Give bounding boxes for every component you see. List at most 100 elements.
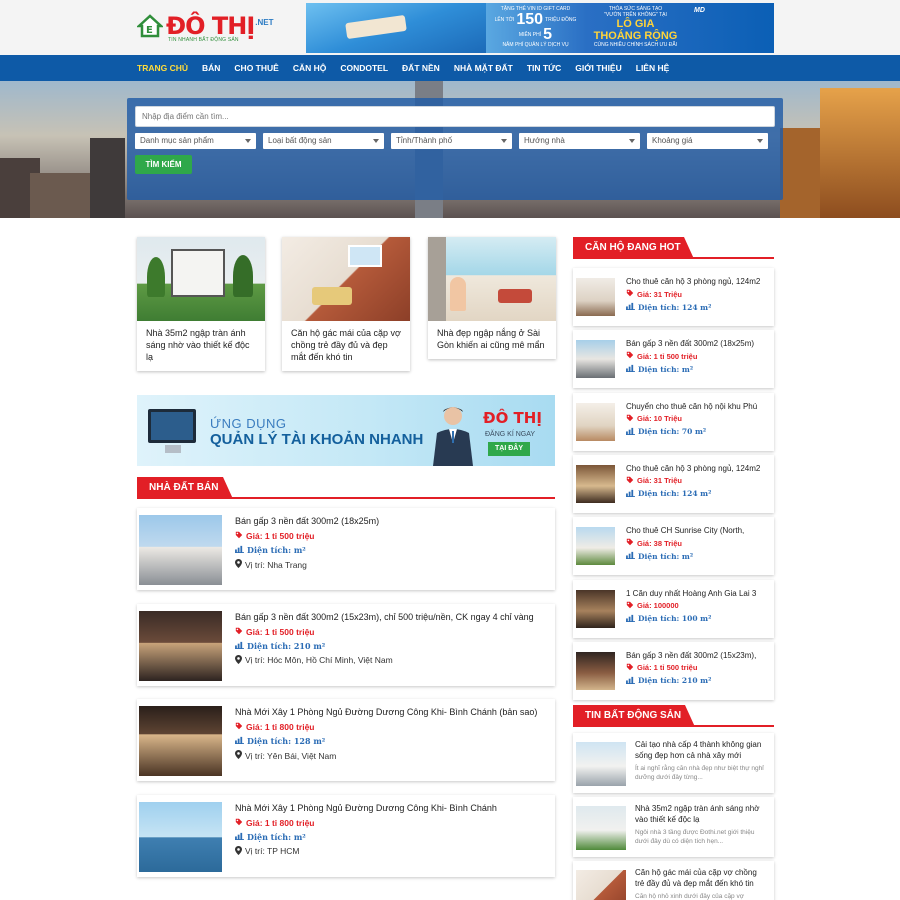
hot-thumbnail[interactable] [576, 402, 615, 441]
nav-item[interactable]: NHÀ MẶT ĐẤT [454, 63, 513, 73]
featured-title[interactable]: Nhà đẹp ngập nắng ở Sài Gòn khiến ai cũn… [428, 321, 556, 359]
news-item[interactable]: Cải tạo nhà cấp 4 thành không gian sống … [573, 733, 774, 793]
nav-item[interactable]: CĂN HỘ [293, 63, 327, 73]
hot-item[interactable]: Cho thuê CH Sunrise City (North, Giá: 38 … [573, 517, 774, 576]
banner-pool-image [306, 3, 486, 53]
listing-title[interactable]: Bán gấp 3 nền đất 300m2 (15x23m), chỉ 50… [235, 612, 547, 622]
chevron-down-icon [373, 139, 379, 143]
nav-item[interactable]: CHO THUÊ [234, 63, 278, 73]
featured-card[interactable]: Nhà 35m2 ngập tràn ánh sáng nhờ vào thiế… [137, 237, 265, 371]
hot-item[interactable]: Cho thuê căn hộ 3 phòng ngủ, 124m2 Giá: 3… [573, 268, 774, 326]
hot-item[interactable]: Bán gấp 3 nền đất 300m2 (15x23m), Giá: 1 … [573, 641, 774, 700]
listing-card[interactable]: Bán gấp 3 nền đất 300m2 (18x25m) Giá: 1 t… [137, 508, 555, 590]
hot-thumbnail[interactable] [576, 278, 615, 316]
area-chart-icon [235, 736, 244, 746]
app-banner-logo: ĐÔ THỊ [483, 409, 542, 427]
hot-price: Giá: 100000 [626, 601, 770, 611]
hot-thumbnail[interactable] [576, 340, 615, 379]
news-thumbnail[interactable] [576, 742, 626, 786]
wall-shape [428, 237, 446, 321]
listing-thumbnail[interactable] [139, 801, 222, 872]
hot-title[interactable]: 1 Căn duy nhất Hoàng Anh Gia Lai 3 [626, 589, 770, 598]
filter-select[interactable]: Danh mục sản phẩm [135, 133, 256, 149]
nav-item[interactable]: TIN TỨC [527, 63, 561, 73]
listing-title[interactable]: Nhà Mới Xây 1 Phòng Ngủ Đường Dương Công… [235, 803, 547, 813]
filter-select-value: Danh mục sản phẩm [140, 136, 214, 145]
hot-area: Diện tích: m² [626, 364, 770, 374]
area-chart-icon [235, 641, 244, 651]
area-chart-icon [626, 676, 635, 686]
hot-thumbnail[interactable] [576, 464, 615, 503]
hot-title[interactable]: Cho thuê căn hộ 3 phòng ngủ, 124m2 [626, 464, 770, 473]
hot-item[interactable]: 1 Căn duy nhất Hoàng Anh Gia Lai 3 Giá: 1… [573, 579, 774, 638]
building-shape [780, 128, 825, 218]
listing-card[interactable]: Bán gấp 3 nền đất 300m2 (15x23m), chỉ 50… [137, 603, 555, 686]
nav-item[interactable]: CONDOTEL [340, 63, 388, 73]
listing-thumbnail[interactable] [139, 706, 222, 776]
hot-area-value: Diện tích: 210 m² [638, 676, 712, 686]
listing-card[interactable]: Nhà Mới Xây 1 Phòng Ngủ Đường Dương Công… [137, 699, 555, 781]
nav-item[interactable]: TRANG CHỦ [137, 63, 188, 73]
hot-item[interactable]: Bán gấp 3 nền đất 300m2 (18x25m) Giá: 1 t… [573, 330, 774, 389]
monitor-icon [148, 409, 196, 453]
featured-title[interactable]: Căn hộ gác mái của cặp vợ chồng trẻ đầy … [282, 321, 410, 371]
hot-title[interactable]: Bán gấp 3 nền đất 300m2 (18x25m) [626, 339, 770, 348]
nav-item[interactable]: ĐẤT NỀN [402, 63, 440, 73]
section-heading-sale: NHÀ ĐẤT BÁN [137, 477, 555, 499]
chair-shape [498, 289, 532, 303]
listing-thumbnail[interactable] [139, 515, 222, 585]
filter-select[interactable]: Tỉnh/Thành phố [391, 133, 512, 149]
area-chart-icon [626, 427, 635, 437]
hot-item[interactable]: Chuyển cho thuê căn hộ nội khu Phú Giá: 1… [573, 392, 774, 451]
hot-thumbnail[interactable] [576, 589, 615, 628]
listing-card[interactable]: Nhà Mới Xây 1 Phòng Ngủ Đường Dương Công… [137, 794, 555, 877]
listing-title[interactable]: Nhà Mới Xây 1 Phòng Ngủ Đường Dương Công… [235, 707, 547, 717]
filter-select[interactable]: Khoảng giá [647, 133, 768, 149]
filter-select[interactable]: Hướng nhà [519, 133, 640, 149]
news-item[interactable]: Nhà 35m2 ngập tràn ánh sáng nhờ vào thiế… [573, 797, 774, 857]
nav-item[interactable]: LIÊN HỆ [636, 63, 670, 73]
hot-title[interactable]: Cho thuê CH Sunrise City (North, [626, 526, 770, 535]
price-tag-icon [235, 531, 243, 541]
nav-item[interactable]: BÁN [202, 63, 220, 73]
listing-title[interactable]: Bán gấp 3 nền đất 300m2 (18x25m) [235, 516, 547, 526]
price-tag-icon [626, 663, 634, 673]
hot-price-value: Giá: 38 Triệu [637, 538, 683, 548]
logo-wordmark: ĐÔ THỊ [166, 12, 255, 40]
news-title[interactable]: Cải tạo nhà cấp 4 thành không gian sống … [635, 739, 768, 761]
section-title: CĂN HỘ ĐANG HOT [573, 237, 694, 259]
hero-city-background: Danh mục sản phẩm Loại bất động sản Tỉnh/T… [0, 81, 900, 218]
hot-price: Giá: 31 Triệu [626, 289, 770, 299]
app-promo-banner[interactable]: ỨNG DỤNG QUẢN LÝ TÀI KHOẢN NHANH ĐÔ THỊ … [137, 395, 555, 466]
search-input[interactable] [135, 106, 775, 127]
news-item[interactable]: Căn hộ gác mái của cặp vợ chồng trẻ đầy … [573, 861, 774, 900]
listing-thumbnail[interactable] [139, 610, 222, 681]
hot-price-value: Giá: 100000 [637, 601, 679, 610]
nav-item[interactable]: GIỚI THIỆU [575, 63, 621, 73]
featured-card[interactable]: Căn hộ gác mái của cặp vợ chồng trẻ đầy … [282, 237, 410, 371]
hot-title[interactable]: Bán gấp 3 nền đất 300m2 (15x23m), [626, 651, 770, 660]
hot-thumbnail[interactable] [576, 527, 615, 566]
chevron-down-icon [501, 139, 507, 143]
area-chart-icon [626, 614, 635, 624]
hot-item[interactable]: Cho thuê căn hộ 3 phòng ngủ, 124m2 Giá: 3… [573, 454, 774, 513]
filter-select[interactable]: Loại bất động sản [263, 133, 384, 149]
top-ad-banner[interactable]: TẶNG THẺ VIN ID GIFT CARD LÊN TỚI 150 TR… [306, 3, 774, 53]
news-thumbnail[interactable] [576, 806, 626, 850]
site-logo[interactable]: E ĐÔ THỊ .NET TIN NHANH BẤT ĐỘNG SẢN [137, 12, 274, 43]
news-title[interactable]: Nhà 35m2 ngập tràn ánh sáng nhờ vào thiế… [635, 803, 768, 825]
news-thumbnail[interactable] [576, 870, 626, 900]
hot-title[interactable]: Cho thuê căn hộ 3 phòng ngủ, 124m2 [626, 277, 770, 286]
hot-area-value: Diện tích: 100 m² [638, 614, 712, 623]
hot-title[interactable]: Chuyển cho thuê căn hộ nội khu Phú [626, 402, 770, 411]
hot-area-value: Diện tích: 124 m² [638, 489, 712, 499]
listing-area: Diện tích: 210 m² [235, 641, 547, 651]
news-title[interactable]: Căn hộ gác mái của cặp vợ chồng trẻ đầy … [635, 867, 768, 889]
search-button[interactable]: TÌM KIẾM [135, 155, 192, 174]
featured-card[interactable]: Nhà đẹp ngập nắng ở Sài Gòn khiến ai cũn… [428, 237, 556, 359]
app-banner-cta-button[interactable]: TẠI ĐÂY [488, 442, 530, 456]
banner-headline: THOÁNG RỘNG [593, 30, 678, 42]
price-tag-icon [626, 414, 634, 424]
featured-title[interactable]: Nhà 35m2 ngập tràn ánh sáng nhờ vào thiế… [137, 321, 265, 371]
hot-thumbnail[interactable] [576, 651, 615, 690]
